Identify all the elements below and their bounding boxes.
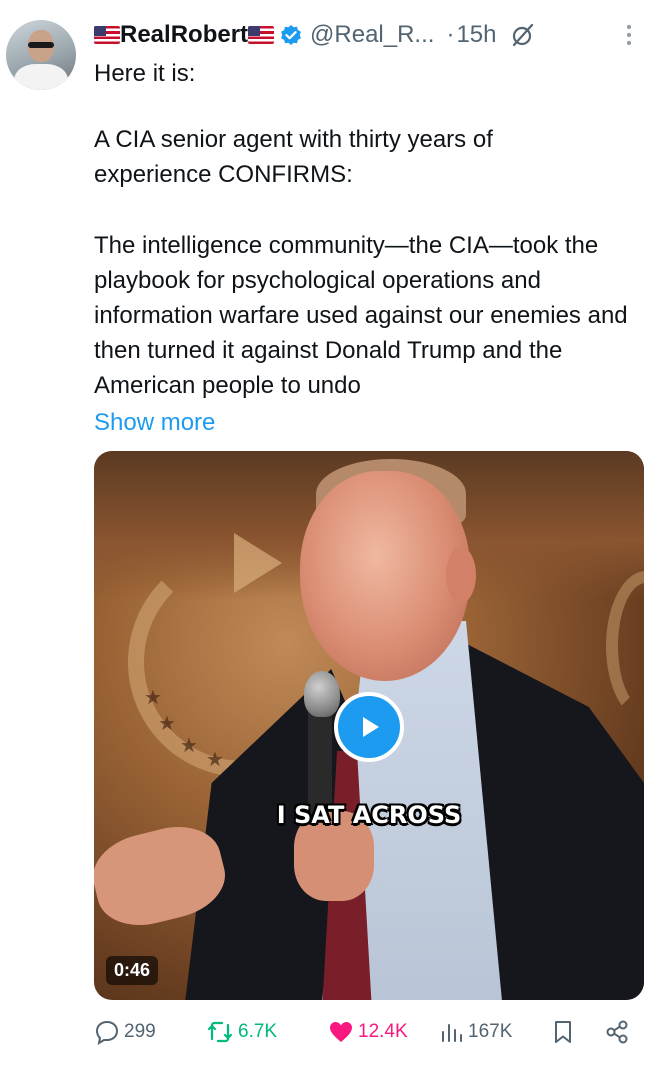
tweet-text-paragraph-2: A CIA senior agent with thirty years of … xyxy=(94,126,493,188)
views-button[interactable]: 167K xyxy=(440,1012,512,1052)
repost-button[interactable]: 6.7K xyxy=(206,1012,277,1052)
repost-icon xyxy=(207,1021,233,1043)
views-count: 167K xyxy=(468,1021,513,1042)
like-count: 12.4K xyxy=(358,1021,408,1042)
background-star-icon: ★ xyxy=(206,749,224,771)
show-more-link[interactable]: Show more xyxy=(94,405,215,440)
timestamp[interactable]: 15h xyxy=(456,21,496,49)
video-caption: I SAT ACROSS xyxy=(276,801,462,829)
microphone-icon xyxy=(304,671,340,717)
reply-icon xyxy=(95,1020,119,1045)
like-button[interactable]: 12.4K xyxy=(328,1012,408,1052)
grok-icon[interactable] xyxy=(510,22,536,48)
avatar-sunglasses xyxy=(28,42,54,48)
speaker-ear xyxy=(446,547,476,603)
share-button[interactable] xyxy=(604,1012,634,1052)
views-icon xyxy=(442,1024,462,1042)
share-icon xyxy=(606,1020,628,1044)
verified-badge-icon xyxy=(281,25,301,45)
repost-count: 6.7K xyxy=(238,1021,278,1042)
reply-count: 299 xyxy=(124,1021,156,1042)
tweet-text-line-1: Here it is: xyxy=(94,60,196,87)
bookmark-button[interactable] xyxy=(552,1012,578,1052)
avatar-shirt xyxy=(14,64,68,90)
us-flag-icon xyxy=(248,26,275,44)
tweet-action-bar: 299 6.7K 12.4K 167K xyxy=(94,1012,634,1052)
background-logo-arrow xyxy=(234,533,282,593)
display-name[interactable]: RealRobert xyxy=(120,21,248,49)
background-star-icon: ★ xyxy=(144,687,162,709)
more-options-icon[interactable] xyxy=(620,22,638,48)
video-player[interactable]: ★ ★ ★ ★ I SAT ACROSS 0:46 xyxy=(94,451,644,1000)
background-star-icon: ★ xyxy=(158,713,176,735)
author-avatar[interactable] xyxy=(6,20,76,90)
background-star-icon: ★ xyxy=(180,735,198,757)
tweet-text-paragraph-3: The intelligence community—the CIA—took … xyxy=(94,232,628,399)
play-icon xyxy=(363,717,379,737)
tweet-header: RealRobert @Real_R... · 15h xyxy=(94,18,536,52)
speaker-head xyxy=(300,471,470,681)
us-flag-icon xyxy=(94,26,120,44)
bookmark-icon xyxy=(555,1021,571,1043)
video-duration: 0:46 xyxy=(106,956,159,985)
reply-button[interactable]: 299 xyxy=(94,1012,156,1052)
play-button[interactable] xyxy=(334,692,404,762)
heart-icon xyxy=(330,1022,352,1042)
separator-dot: · xyxy=(446,21,455,48)
user-handle[interactable]: @Real_R... xyxy=(310,21,434,49)
